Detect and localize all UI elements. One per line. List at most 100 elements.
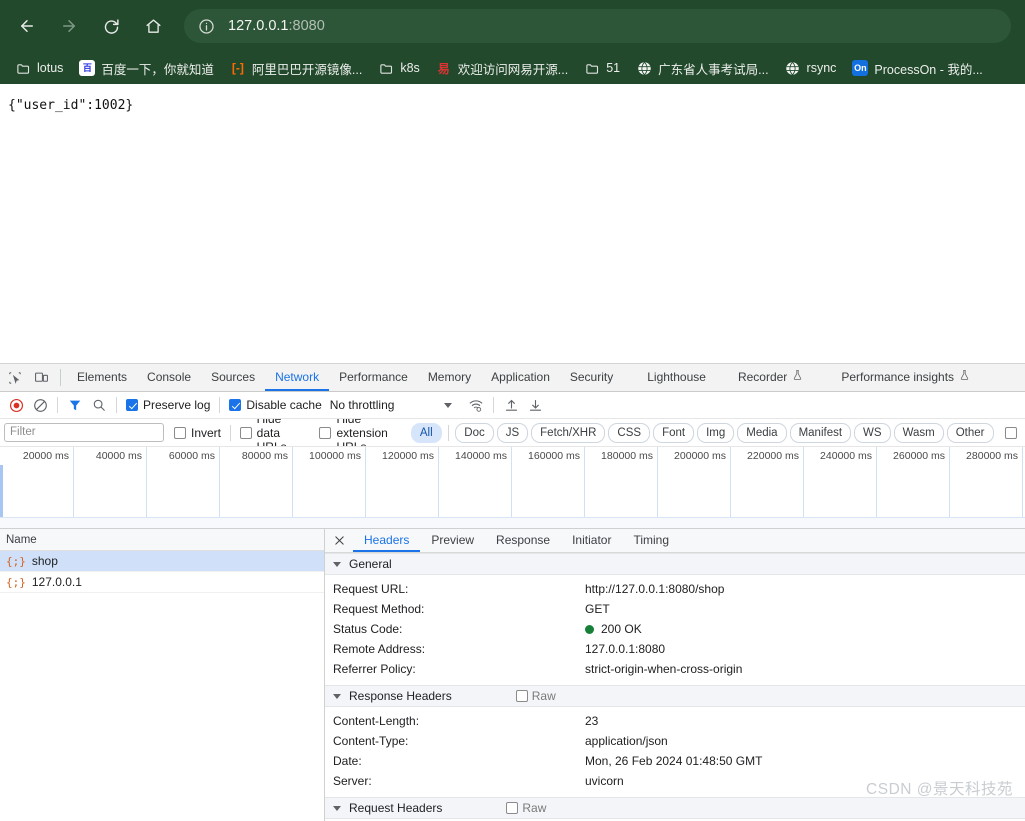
url-host: 127.0.0.1 [228,18,289,34]
bookmark-label: rsync [806,61,837,75]
forward-button[interactable] [52,9,86,43]
filter-pill-js[interactable]: JS [496,422,529,443]
filter-pill-all[interactable]: All [410,422,442,443]
bookmark-lotus[interactable]: lotus [8,57,70,79]
tab-security[interactable]: Security [560,364,623,391]
filter-pill-other[interactable]: Other [946,422,994,443]
tab-console[interactable]: Console [137,364,201,391]
tab-sources[interactable]: Sources [201,364,265,391]
inspect-element-icon[interactable] [2,364,28,391]
site-information-icon[interactable] [196,16,216,36]
filter-input[interactable]: Filter [4,423,164,442]
address-bar-url: 127.0.0.1:8080 [228,18,325,34]
import-har-icon[interactable] [499,394,523,416]
timeline-tick: 60000 ms [147,447,220,465]
bookmark-processon[interactable]: On ProcessOn - 我的... [845,56,989,81]
request-list-column-header[interactable]: Name [0,529,324,551]
header-value: 23 [585,714,599,728]
filter-pill-img[interactable]: Img [697,422,735,443]
filter-pill-manifest[interactable]: Manifest [789,422,852,443]
filter-pill-wasm[interactable]: Wasm [893,422,944,443]
header-value: http://127.0.0.1:8080/shop [585,582,725,596]
throttling-dropdown[interactable]: No throttling [326,398,457,412]
disable-cache-checkbox[interactable]: Disable cache [225,398,325,412]
reload-button[interactable] [94,9,128,43]
bookmark-baidu[interactable]: 百 百度一下，你就知道 [72,56,221,81]
filter-toggle-icon[interactable] [63,394,87,416]
checkbox-box [229,399,242,411]
section-header-request-headers[interactable]: Request Headers Raw [325,797,1025,819]
filter-pill-ws[interactable]: WS [854,422,891,443]
filter-pill-fetch-xhr[interactable]: Fetch/XHR [531,422,606,443]
home-button[interactable] [136,9,170,43]
raw-toggle-response[interactable]: Raw [515,689,556,703]
back-button[interactable] [10,9,44,43]
chevron-down-icon [333,693,341,699]
timeline-tick: 140000 ms [439,447,512,465]
address-bar[interactable]: 127.0.0.1:8080 [184,9,1011,43]
raw-label: Raw [522,801,547,815]
response-headers-block: Content-Length: 23 Content-Type: applica… [325,707,1025,797]
bookmark-51[interactable]: 51 [577,57,627,79]
record-button[interactable] [4,394,28,416]
header-key: Request URL: [333,582,409,596]
tab-memory[interactable]: Memory [418,364,481,391]
app-root: 127.0.0.1:8080 lotus 百 百度一下，你就知道 [-] 阿里巴… [0,0,1025,821]
tab-network[interactable]: Network [265,364,330,391]
section-header-response-headers[interactable]: Response Headers Raw [325,685,1025,707]
section-title: General [349,557,392,571]
section-title: Response Headers [349,689,452,703]
detail-tab-preview[interactable]: Preview [420,529,485,552]
bookmark-alibaba-mirror[interactable]: [-] 阿里巴巴开源镜像... [223,56,369,81]
detail-tab-initiator[interactable]: Initiator [561,529,622,552]
device-toolbar-icon[interactable] [28,364,54,391]
tab-performance[interactable]: Performance [329,364,418,391]
page-viewport: {"user_id":1002} [0,84,1025,364]
detail-tab-headers[interactable]: Headers [353,529,421,552]
bookmark-label: k8s [400,61,420,75]
filter-pill-doc[interactable]: Doc [455,422,494,443]
network-conditions-icon[interactable] [464,394,488,416]
hide-data-urls-checkbox[interactable]: Hide data URLs [236,419,308,446]
bookmark-label: 百度一下，你就知道 [101,62,214,77]
detail-tab-timing[interactable]: Timing [622,529,680,552]
detail-tab-response[interactable]: Response [485,529,561,552]
blocked-requests-checkbox[interactable] [1001,426,1021,439]
raw-toggle-request[interactable]: Raw [506,801,546,815]
header-value: strict-origin-when-cross-origin [585,662,743,676]
experiment-flask-icon [959,369,970,384]
close-icon[interactable] [325,529,353,552]
network-overview-timeline[interactable]: 20000 ms 40000 ms 60000 ms 80000 ms 1000… [0,447,1025,529]
invert-checkbox[interactable]: Invert [170,426,225,440]
filter-pill-media[interactable]: Media [737,422,787,443]
request-row-host[interactable]: {;} 127.0.0.1 [0,572,324,593]
status-text: 200 OK [601,622,642,636]
status-ok-indicator [585,624,594,634]
export-har-icon[interactable] [523,394,547,416]
bookmark-netease-mirror[interactable]: 易 欢迎访问网易开源... [429,56,575,81]
tab-performance-insights[interactable]: Performance insights [831,364,980,391]
bookmark-guangdong-exam[interactable]: 广东省人事考试局... [629,56,775,81]
section-header-general[interactable]: General [325,553,1025,575]
hide-extension-urls-checkbox[interactable]: Hide extension URLs [315,419,404,446]
preserve-log-checkbox[interactable]: Preserve log [122,398,214,412]
filter-pill-css[interactable]: CSS [608,422,651,443]
timeline-tick: 200000 ms [658,447,731,465]
tab-elements[interactable]: Elements [67,364,137,391]
filter-pill-font[interactable]: Font [653,422,695,443]
request-row-shop[interactable]: {;} shop [0,551,324,572]
tab-recorder[interactable]: Recorder [728,364,813,391]
tab-application[interactable]: Application [481,364,560,391]
checkbox-box [174,426,186,439]
bookmark-rsync[interactable]: rsync [778,57,844,79]
tab-lighthouse[interactable]: Lighthouse [637,364,716,391]
clear-button[interactable] [28,394,52,416]
header-key: Server: [333,774,372,788]
experiment-flask-icon [792,369,803,384]
bookmark-k8s[interactable]: k8s [371,57,426,79]
header-value-status: 200 OK [585,619,642,639]
toolbar-divider [219,397,221,413]
search-icon[interactable] [87,394,111,416]
timeline-ruler: 20000 ms 40000 ms 60000 ms 80000 ms 1000… [0,447,1025,465]
timeline-tick: 240000 ms [804,447,877,465]
